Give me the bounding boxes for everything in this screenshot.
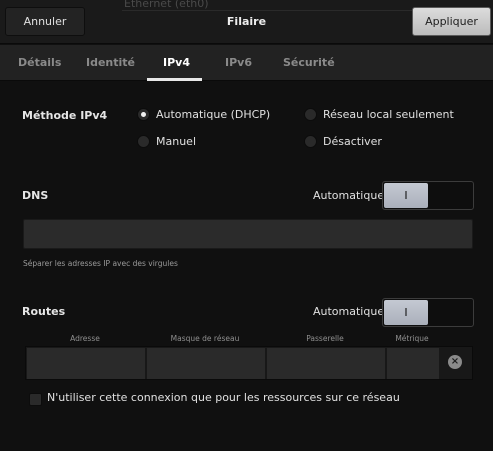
radio-automatic-dhcp[interactable]: Automatique (DHCP): [137, 108, 270, 121]
background-divider: [122, 10, 422, 11]
radio-local-network-only-label: Réseau local seulement: [323, 108, 454, 121]
radio-checked-icon[interactable]: [137, 108, 150, 121]
dns-label: DNS: [22, 189, 49, 202]
apply-button[interactable]: Appliquer: [412, 7, 491, 36]
radio-disable[interactable]: Désactiver: [304, 135, 382, 148]
switch-knob[interactable]: I: [384, 183, 428, 208]
tab-identity[interactable]: Identité: [86, 45, 135, 81]
routes-table-row: [25, 346, 473, 380]
radio-unchecked-icon[interactable]: [137, 135, 150, 148]
close-circle-icon[interactable]: ×: [448, 355, 462, 369]
route-metric-input[interactable]: [387, 348, 439, 379]
ipv4-method-label: Méthode IPv4: [22, 109, 108, 122]
tab-bar: Détails Identité IPv4 IPv6 Sécurité: [0, 45, 493, 81]
radio-disable-label: Désactiver: [323, 135, 382, 148]
route-address-input[interactable]: [27, 348, 145, 379]
radio-automatic-dhcp-label: Automatique (DHCP): [156, 108, 271, 121]
column-header-address: Adresse: [70, 334, 100, 343]
dns-servers-input[interactable]: [23, 219, 473, 249]
dns-automatic-switch[interactable]: I: [382, 181, 474, 210]
column-header-gateway: Passerelle: [306, 334, 344, 343]
radio-manual-label: Manuel: [156, 135, 196, 148]
active-tab-indicator: [147, 78, 202, 81]
background-window-title: Ethernet (eth0): [124, 0, 209, 10]
tab-details[interactable]: Détails: [18, 45, 61, 81]
route-gateway-input[interactable]: [267, 348, 385, 379]
radio-unchecked-icon[interactable]: [304, 108, 317, 121]
radio-manual[interactable]: Manuel: [137, 135, 196, 148]
tab-ipv6[interactable]: IPv6: [225, 45, 252, 81]
only-local-resources-label: N'utiliser cette connexion que pour les …: [47, 391, 400, 404]
tab-security[interactable]: Sécurité: [283, 45, 335, 81]
routes-automatic-switch[interactable]: I: [382, 298, 474, 327]
routes-automatic-label: Automatique: [313, 305, 385, 318]
tab-ipv4[interactable]: IPv4: [163, 45, 190, 81]
only-local-resources-checkbox[interactable]: [29, 393, 42, 406]
header-bar: Ethernet (eth0) Annuler Filaire Applique…: [0, 0, 493, 44]
routes-label: Routes: [22, 305, 66, 318]
radio-unchecked-icon[interactable]: [304, 135, 317, 148]
column-header-metric: Métrique: [395, 334, 429, 343]
route-netmask-input[interactable]: [147, 348, 265, 379]
dns-automatic-label: Automatique: [313, 189, 385, 202]
dns-hint: Séparer les adresses IP avec des virgule…: [23, 259, 178, 268]
radio-local-network-only[interactable]: Réseau local seulement: [304, 108, 454, 121]
switch-knob[interactable]: I: [384, 300, 428, 325]
column-header-netmask: Masque de réseau: [170, 334, 240, 343]
